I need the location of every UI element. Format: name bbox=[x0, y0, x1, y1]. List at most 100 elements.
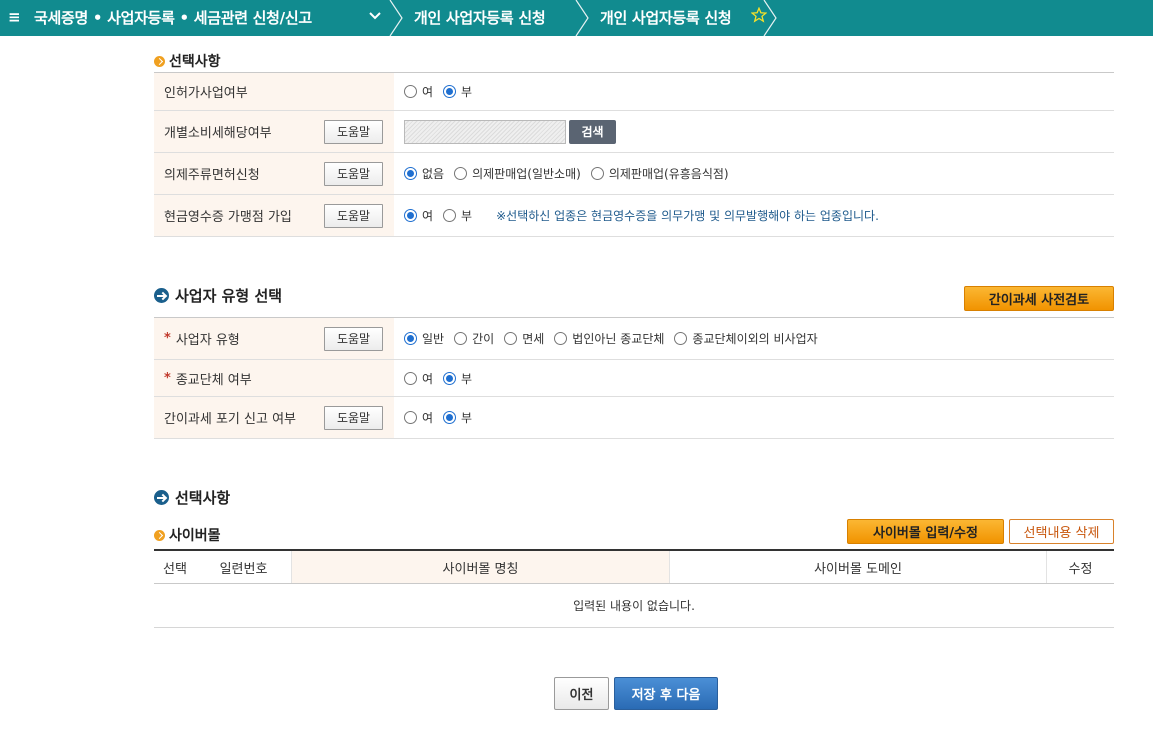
breadcrumb-service[interactable]: 개인 사업자등록 신청 bbox=[414, 7, 546, 28]
radio-cash-receipt-yes[interactable]: 여 bbox=[404, 207, 433, 224]
form-row-religious-org: * 종교단체 여부 여 부 bbox=[154, 360, 1114, 397]
row-label-cell: * 종교단체 여부 bbox=[154, 360, 394, 396]
radio-religious-no[interactable]: 부 bbox=[443, 370, 472, 387]
required-mark: * bbox=[164, 370, 171, 386]
radio-unchecked-icon bbox=[404, 85, 417, 98]
section-title-text: 선택사항 bbox=[175, 489, 231, 507]
help-button[interactable]: 도움말 bbox=[324, 326, 383, 351]
radio-unchecked-icon bbox=[443, 209, 457, 222]
breadcrumb-separator-icon bbox=[763, 0, 777, 36]
radio-religious-yes[interactable]: 여 bbox=[404, 370, 433, 387]
radio-unchecked-icon bbox=[454, 167, 468, 180]
breadcrumb-current-page: 개인 사업자등록 신청 bbox=[600, 9, 732, 27]
radio-checked-icon bbox=[443, 371, 457, 385]
row-label-cell: * 사업자 유형 도움말 bbox=[154, 318, 394, 359]
radio-type-religious[interactable]: 법인아닌 종교단체 bbox=[554, 330, 664, 347]
radio-checked-icon bbox=[404, 332, 417, 345]
business-type-section-title: 사업자 유형 선택 bbox=[154, 285, 282, 306]
radio-label: 의제판매업(유흥음식점) bbox=[608, 167, 729, 181]
empty-table-message: 입력된 내용이 없습니다. bbox=[154, 584, 1114, 628]
section-title-text: 선택사항 bbox=[169, 54, 221, 70]
circle-arrow-icon bbox=[154, 490, 169, 505]
radio-unchecked-icon bbox=[590, 167, 604, 180]
radio-label: 의제판매업(일반소매) bbox=[472, 167, 581, 181]
column-header-serial: 일련번호 bbox=[219, 561, 268, 577]
radio-label: 부 bbox=[461, 85, 473, 99]
save-and-next-button[interactable]: 저장 후 다음 bbox=[614, 677, 718, 710]
radio-waiver-yes[interactable]: 여 bbox=[404, 409, 433, 426]
breadcrumb-separator-icon bbox=[389, 0, 403, 36]
section-title-text: 사업자 유형 선택 bbox=[175, 287, 283, 305]
circle-arrow-icon bbox=[154, 288, 169, 303]
radio-label: 여 bbox=[422, 209, 434, 223]
radio-label: 종교단체이외의 비사업자 bbox=[692, 332, 818, 346]
top-navigation-bar: ≡ 국세증명 • 사업자등록 • 세금관련 신청/신고 개인 사업자등록 신청 … bbox=[0, 0, 1153, 36]
radio-unchecked-icon bbox=[404, 371, 417, 385]
radio-type-non-business[interactable]: 종교단체이외의 비사업자 bbox=[674, 330, 818, 347]
delete-selected-button[interactable]: 선택내용 삭제 bbox=[1009, 519, 1114, 544]
radio-license-yes[interactable]: 여 bbox=[404, 83, 433, 100]
radio-label: 부 bbox=[461, 411, 473, 425]
cybermall-edit-button[interactable]: 사이버몰 입력/수정 bbox=[847, 519, 1004, 544]
previous-button[interactable]: 이전 bbox=[554, 677, 609, 710]
radio-liquor-none[interactable]: 없음 bbox=[404, 165, 444, 182]
table-header-row: 선택 일련번호 사이버몰 명칭 사이버몰 도메인 수정 bbox=[154, 551, 1114, 584]
breadcrumb-category[interactable]: 국세증명 • 사업자등록 • 세금관련 신청/신고 bbox=[34, 7, 312, 28]
radio-type-general[interactable]: 일반 bbox=[404, 330, 444, 347]
radio-checked-icon bbox=[404, 209, 417, 222]
radio-label: 여 bbox=[422, 371, 434, 386]
bullet-arrow-icon bbox=[154, 56, 165, 67]
business-type-form-table: * 사업자 유형 도움말 일반 간이 면세 법인아닌 종교단체 종교단체이외의 … bbox=[154, 317, 1114, 439]
form-row-liquor-license: 의제주류면허신청 도움말 없음 의제판매업(일반소매) 의제판매업(유흥음식점) bbox=[154, 153, 1114, 195]
radio-type-simplified[interactable]: 간이 bbox=[454, 330, 494, 347]
radio-label: 간이 bbox=[472, 332, 495, 346]
excise-tax-input bbox=[404, 119, 566, 144]
chevron-down-icon[interactable] bbox=[368, 9, 382, 23]
help-button[interactable]: 도움말 bbox=[324, 405, 383, 430]
row-label: 의제주류면허신청 bbox=[164, 168, 260, 183]
radio-liquor-entertainment[interactable]: 의제판매업(유흥음식점) bbox=[590, 165, 729, 182]
radio-cash-receipt-no[interactable]: 부 bbox=[443, 207, 472, 224]
help-button[interactable]: 도움말 bbox=[324, 161, 383, 186]
radio-liquor-retail[interactable]: 의제판매업(일반소매) bbox=[454, 165, 581, 182]
row-label: 현금영수증 가맹점 가입 bbox=[164, 210, 292, 225]
radio-unchecked-icon bbox=[404, 411, 417, 424]
cybermall-table: 선택 일련번호 사이버몰 명칭 사이버몰 도메인 수정 입력된 내용이 없습니다… bbox=[154, 549, 1114, 628]
search-button[interactable]: 검색 bbox=[569, 119, 616, 144]
column-header-mall-domain: 사이버몰 도메인 bbox=[669, 551, 1046, 583]
optional-section-title: 선택사항 bbox=[154, 51, 221, 71]
radio-checked-icon bbox=[443, 85, 457, 98]
row-label: 사업자 유형 bbox=[175, 333, 240, 348]
row-label: 종교단체 여부 bbox=[175, 372, 252, 388]
row-label: 간이과세 포기 신고 여부 bbox=[164, 412, 296, 427]
required-mark: * bbox=[164, 331, 171, 346]
radio-checked-icon bbox=[443, 411, 457, 424]
radio-label: 여 bbox=[422, 411, 434, 425]
radio-label: 부 bbox=[461, 371, 473, 386]
radio-unchecked-icon bbox=[674, 332, 688, 345]
column-header-mall-name: 사이버몰 명칭 bbox=[291, 551, 669, 583]
bullet-arrow-icon bbox=[154, 530, 165, 541]
radio-label: 면세 bbox=[522, 332, 545, 346]
radio-type-exempt[interactable]: 면세 bbox=[504, 330, 544, 347]
cash-receipt-notice: ※선택하신 업종은 현금영수증을 의무가맹 및 의무발행해야 하는 업종입니다. bbox=[496, 209, 879, 223]
optional-form-table: 인허가사업여부 여 부 개별소비세해당여부 도움말 검색 의제주류면허신청 도움… bbox=[154, 72, 1114, 237]
help-button[interactable]: 도움말 bbox=[324, 119, 383, 144]
form-row-simplified-waiver: 간이과세 포기 신고 여부 도움말 여 부 bbox=[154, 397, 1114, 439]
simplified-tax-precheck-button[interactable]: 간이과세 사전검토 bbox=[964, 286, 1114, 311]
radio-label: 법인아닌 종교단체 bbox=[572, 332, 665, 346]
radio-checked-icon bbox=[404, 167, 417, 180]
hamburger-menu-icon[interactable]: ≡ bbox=[8, 8, 21, 26]
row-label-cell: 간이과세 포기 신고 여부 도움말 bbox=[154, 397, 394, 438]
radio-unchecked-icon bbox=[554, 332, 568, 345]
row-label-cell: 개별소비세해당여부 도움말 bbox=[154, 111, 394, 152]
radio-waiver-no[interactable]: 부 bbox=[443, 409, 472, 426]
radio-license-no[interactable]: 부 bbox=[443, 83, 472, 100]
form-row-excise-tax: 개별소비세해당여부 도움말 검색 bbox=[154, 111, 1114, 153]
radio-label: 없음 bbox=[422, 167, 445, 181]
section-title-text: 사이버몰 bbox=[169, 528, 221, 544]
help-button[interactable]: 도움말 bbox=[324, 203, 383, 228]
cybermall-title: 사이버몰 bbox=[154, 525, 221, 545]
radio-label: 일반 bbox=[422, 332, 445, 346]
selection-section-title: 선택사항 bbox=[154, 487, 230, 508]
